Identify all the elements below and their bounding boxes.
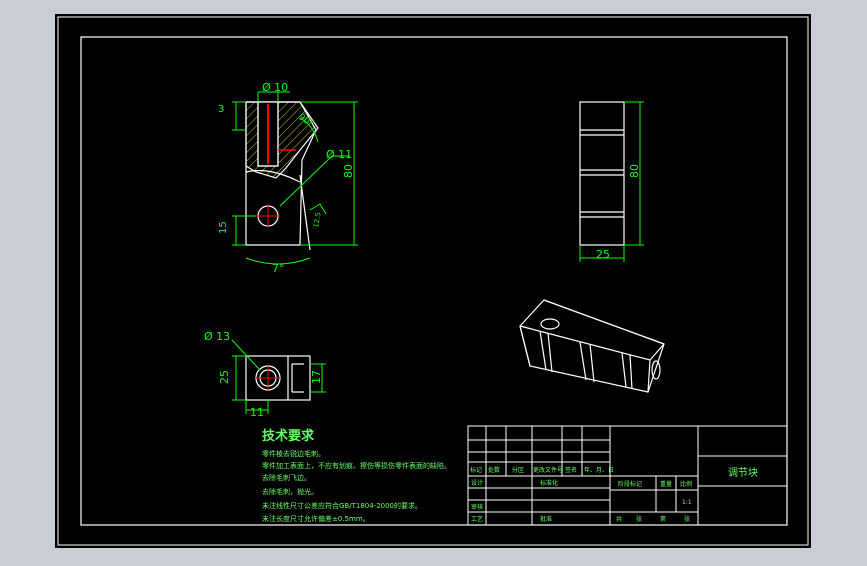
sheet-no: 第 [660, 515, 666, 523]
drawing-stage: Ø 10 90° 3 Ø 11 80 15 7° 12.5 80 25 Ø 13… [0, 0, 867, 562]
title-row-headers: 标记 处数 分区 更改文件号 签名 年、月、日 [470, 466, 614, 474]
front-hole-height: 15 [218, 221, 229, 234]
label-stage: 阶段标记 [618, 480, 642, 488]
label-standard: 标准化 [540, 479, 558, 487]
header-count: 处数 [488, 466, 500, 474]
note-line: 零件加工表面上，不应有划痕、擦伤等损伤零件表面的缺陷。 [262, 461, 451, 470]
sheet-unit-1: 张 [636, 515, 642, 523]
label-approve: 批准 [540, 515, 552, 523]
label-scale: 比例 [680, 480, 692, 488]
bottom-offset: 11 [250, 406, 264, 419]
note-line: 去除毛刺，抛光。 [262, 487, 318, 496]
front-height: 80 [342, 164, 355, 178]
sheet-unit-2: 张 [684, 515, 690, 523]
front-bottom-angle: 7° [272, 262, 285, 275]
header-sign: 签名 [565, 466, 577, 474]
scale-value: 1:1 [682, 499, 692, 506]
notes-title: 技术要求 [262, 428, 315, 444]
label-review: 审核 [471, 503, 483, 511]
header-date: 年、月、日 [584, 466, 614, 474]
label-design: 设计 [471, 479, 483, 487]
label-process: 工艺 [471, 515, 483, 523]
front-dia-hole: Ø 11 [326, 148, 352, 161]
note-line: 未注长度尺寸允许偏差±0.5mm。 [262, 514, 370, 523]
header-zone: 分区 [512, 466, 524, 474]
note-line: 未注线性尺寸公差应符合GB/T1804-2000的要求。 [262, 501, 422, 510]
note-line: 去除毛刺飞边。 [262, 473, 311, 482]
label-weight: 重量 [660, 480, 672, 488]
sheet-total: 共 [616, 515, 622, 523]
bottom-dia: Ø 13 [204, 330, 230, 343]
side-height: 80 [628, 164, 641, 178]
part-name: 调节块 [728, 467, 758, 479]
bottom-slot: 17 [310, 370, 323, 384]
front-dia-top: Ø 10 [262, 81, 288, 94]
front-dim-3: 3 [218, 104, 224, 115]
header-mark: 标记 [470, 466, 482, 474]
side-width: 25 [596, 248, 610, 261]
header-doc-no: 更改文件号 [533, 466, 563, 474]
cad-drawing: Ø 10 90° 3 Ø 11 80 15 7° 12.5 80 25 Ø 13… [55, 14, 811, 548]
bottom-height: 25 [218, 370, 231, 384]
note-line: 零件棱去锐边毛刺。 [262, 449, 325, 458]
